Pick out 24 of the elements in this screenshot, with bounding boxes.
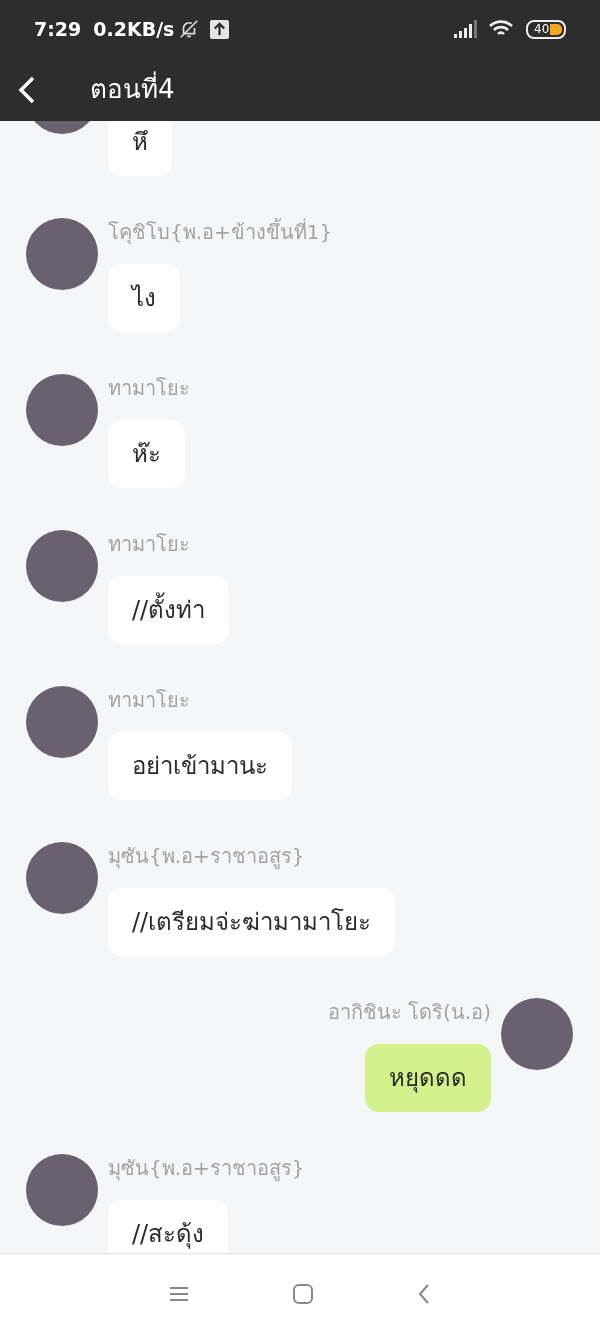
message-bubble: อย่าเข้ามานะ bbox=[108, 732, 292, 800]
battery-icon: 40 bbox=[526, 19, 566, 39]
sender-name: มุซัน{พ.อ+ราชาอสูร} bbox=[108, 843, 305, 870]
sender-name: มุซัน{พ.อ+ราชาอสูร} bbox=[108, 1155, 305, 1182]
upload-icon bbox=[210, 19, 230, 39]
message-bubble: //เตรียมจ่ะฆ่ามามาโยะ bbox=[108, 888, 396, 956]
message-bubble: ห๊ะ bbox=[108, 420, 185, 488]
sender-name: โคุชิโบ{พ.อ+ข้างขึ้นที่1} bbox=[108, 218, 333, 246]
clock-time: 7:29 bbox=[34, 16, 82, 42]
message-bubble: หยุดดด bbox=[365, 1044, 491, 1112]
home-square-icon[interactable] bbox=[293, 1283, 313, 1304]
screen-title: ตอนที่4 bbox=[90, 70, 175, 109]
network-speed: 0.2KB/s bbox=[93, 16, 175, 42]
message-bubble: หึ bbox=[108, 121, 172, 176]
signal-icon bbox=[454, 20, 478, 38]
sender-name: อากิชินะ โดริ(น.อ) bbox=[327, 999, 491, 1026]
sender-name: ทามาโยะ bbox=[108, 687, 190, 714]
menu-icon[interactable] bbox=[169, 1285, 189, 1302]
message-bubble: //สะดุ้ง bbox=[108, 1200, 229, 1253]
message-bubble: ไง bbox=[108, 264, 180, 332]
sender-name: ทามาโยะ bbox=[108, 531, 190, 558]
sender-name: ทามาโยะ bbox=[108, 375, 190, 402]
message-bubble: //ตั้งท่า bbox=[108, 576, 230, 644]
bell-off-icon bbox=[178, 18, 201, 40]
